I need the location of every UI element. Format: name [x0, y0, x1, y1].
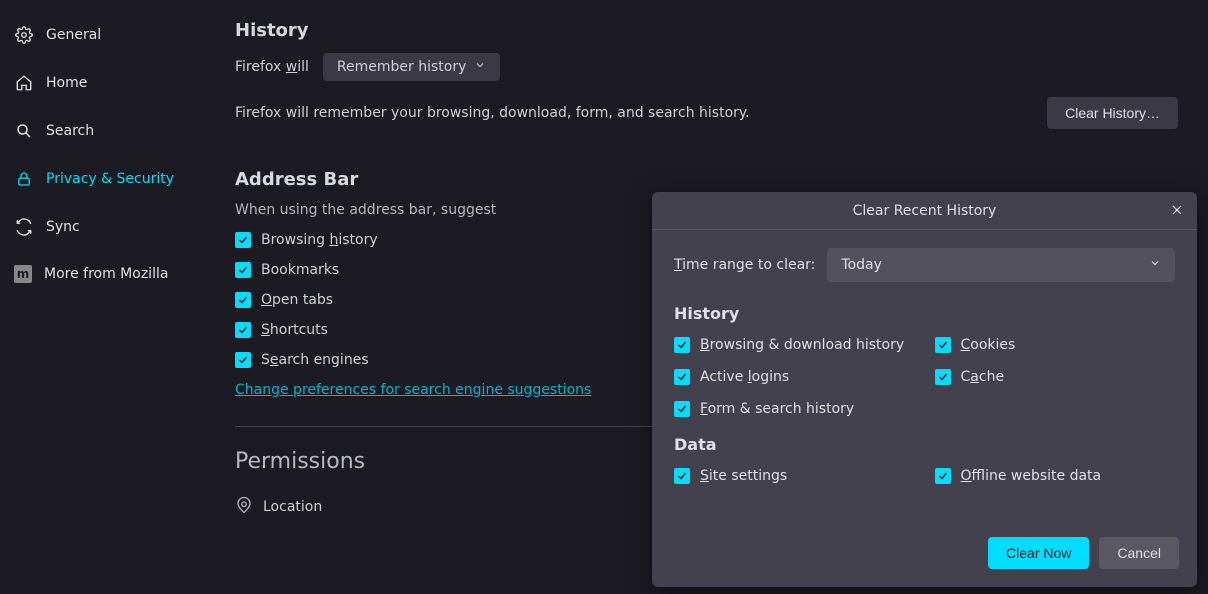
location-icon [235, 496, 253, 518]
checkbox-label: Open tabs [261, 292, 333, 308]
history-mode-select[interactable]: Remember history [323, 53, 500, 81]
checkbox-checked-icon [235, 292, 251, 308]
search-prefs-link[interactable]: Change preferences for search engine sug… [235, 382, 591, 398]
chk-cookies[interactable]: Cookies [935, 337, 1176, 353]
chk-active-logins[interactable]: Active logins [674, 369, 915, 385]
cancel-button[interactable]: Cancel [1099, 537, 1179, 569]
chk-offline-data[interactable]: Offline website data [935, 468, 1176, 484]
chk-cache[interactable]: Cache [935, 369, 1176, 385]
sidebar-label: Privacy & Security [46, 171, 174, 187]
history-title: History [235, 20, 1178, 41]
checkbox-checked-icon [674, 369, 690, 385]
history-description: Firefox will remember your browsing, dow… [235, 105, 750, 121]
checkbox-checked-icon [935, 468, 951, 484]
checkbox-label: Bookmarks [261, 262, 339, 278]
time-range-value: Today [841, 257, 882, 273]
lock-icon [14, 169, 34, 189]
time-range-select[interactable]: Today [827, 248, 1175, 282]
sidebar-item-home[interactable]: Home [10, 63, 200, 103]
sidebar-label: General [46, 27, 101, 43]
location-label: Location [263, 499, 322, 515]
checkbox-label: Browsing history [261, 232, 378, 248]
checkbox-label: Browsing & download history [700, 337, 904, 353]
sidebar-item-more[interactable]: m More from Mozilla [10, 255, 200, 293]
checkbox-checked-icon [235, 352, 251, 368]
checkbox-label: Active logins [700, 369, 789, 385]
firefox-will-label: Firefox will [235, 59, 309, 75]
settings-sidebar: General Home Search Privacy & Security S… [0, 0, 210, 594]
checkbox-checked-icon [235, 232, 251, 248]
home-icon [14, 73, 34, 93]
clear-history-button[interactable]: Clear History… [1047, 97, 1178, 129]
dialog-history-title: History [674, 304, 1175, 323]
sidebar-item-search[interactable]: Search [10, 111, 200, 151]
sidebar-label: Home [46, 75, 87, 91]
chevron-down-icon [1149, 257, 1161, 273]
dialog-data-title: Data [674, 435, 1175, 454]
checkbox-checked-icon [935, 337, 951, 353]
gear-icon [14, 25, 34, 45]
checkbox-label: Search engines [261, 352, 369, 368]
addressbar-title: Address Bar [235, 169, 1178, 190]
dialog-header: Clear Recent History [652, 192, 1197, 230]
sidebar-label: Sync [46, 219, 80, 235]
chk-site-settings[interactable]: Site settings [674, 468, 915, 484]
clear-now-button[interactable]: Clear Now [988, 537, 1089, 569]
search-icon [14, 121, 34, 141]
chevron-down-icon [474, 59, 486, 75]
dialog-title: Clear Recent History [853, 203, 997, 219]
close-icon[interactable] [1167, 200, 1187, 220]
chk-browsing-download[interactable]: Browsing & download history [674, 337, 915, 353]
checkbox-label: Form & search history [700, 401, 854, 417]
sidebar-item-general[interactable]: General [10, 15, 200, 55]
checkbox-checked-icon [674, 468, 690, 484]
sidebar-label: More from Mozilla [44, 266, 168, 282]
checkbox-label: Site settings [700, 468, 787, 484]
checkbox-checked-icon [674, 337, 690, 353]
sidebar-item-sync[interactable]: Sync [10, 207, 200, 247]
mozilla-icon: m [14, 265, 32, 283]
sidebar-label: Search [46, 123, 94, 139]
checkbox-checked-icon [235, 262, 251, 278]
checkbox-label: Offline website data [961, 468, 1102, 484]
checkbox-label: Cache [961, 369, 1005, 385]
time-range-label: Time range to clear: [674, 257, 815, 273]
checkbox-label: Cookies [961, 337, 1016, 353]
clear-history-dialog: Clear Recent History Time range to clear… [652, 192, 1197, 587]
checkbox-checked-icon [935, 369, 951, 385]
history-mode-value: Remember history [337, 59, 466, 75]
checkbox-label: Shortcuts [261, 322, 328, 338]
checkbox-checked-icon [674, 401, 690, 417]
chk-form-search[interactable]: Form & search history [674, 401, 915, 417]
sync-icon [14, 217, 34, 237]
checkbox-checked-icon [235, 322, 251, 338]
sidebar-item-privacy[interactable]: Privacy & Security [10, 159, 200, 199]
